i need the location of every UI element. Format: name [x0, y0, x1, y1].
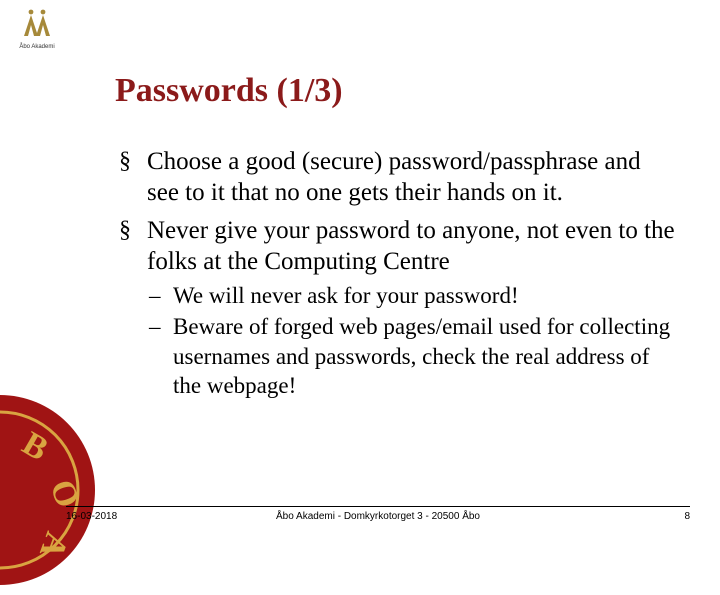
bullet-text: Never give your password to anyone, not …	[147, 217, 675, 275]
slide-content: Passwords (1/3) Choose a good (secure) p…	[115, 72, 675, 407]
footer-page-number: 8	[684, 511, 690, 522]
footer-address: Åbo Akademi - Domkyrkotorget 3 - 20500 Å…	[276, 511, 480, 522]
institution-logo: Åbo Akademi	[12, 8, 62, 50]
bullet-list: Choose a good (secure) password/passphra…	[115, 146, 675, 401]
bullet-item: Never give your password to anyone, not …	[115, 215, 675, 401]
sub-bullet-item: We will never ask for your password!	[147, 281, 675, 310]
sub-bullet-text: We will never ask for your password!	[173, 283, 519, 308]
slide-title: Passwords (1/3)	[115, 72, 675, 110]
slide-footer: 16-03-2018 Åbo Akademi - Domkyrkotorget …	[66, 506, 690, 522]
footer-date: 16-03-2018	[66, 511, 117, 522]
logo-caption: Åbo Akademi	[12, 44, 62, 50]
sub-bullet-list: We will never ask for your password! Bew…	[147, 281, 675, 401]
bullet-text: Choose a good (secure) password/passphra…	[147, 148, 641, 206]
logo-mark-icon	[20, 8, 54, 42]
decorative-seal: B O A	[0, 390, 100, 590]
sub-bullet-item: Beware of forged web pages/email used fo…	[147, 312, 675, 400]
sub-bullet-text: Beware of forged web pages/email used fo…	[173, 314, 670, 398]
bullet-item: Choose a good (secure) password/passphra…	[115, 146, 675, 209]
